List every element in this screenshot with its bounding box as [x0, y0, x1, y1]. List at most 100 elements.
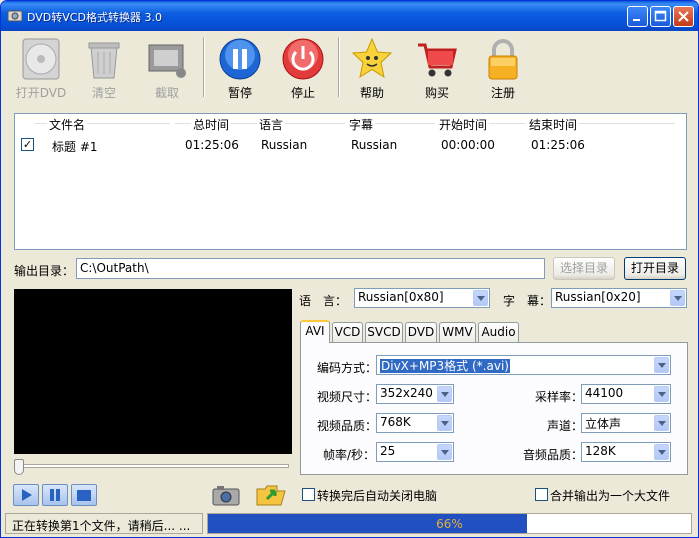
audio-quality-value: 128K	[585, 444, 616, 458]
tab-dvd[interactable]: DVD	[405, 322, 437, 342]
film-icon	[148, 44, 186, 78]
folder-icon	[256, 485, 286, 506]
chevron-down-icon[interactable]	[473, 290, 488, 306]
encoding-select[interactable]: DivX+MP3格式 (*.avi)	[376, 355, 671, 375]
title-list[interactable]: 文件名 总时间 语言 字幕 开始时间 结束时间 ✓ 标题 #1 01:25:06…	[14, 113, 687, 250]
buy-button[interactable]: 购买	[409, 33, 465, 103]
column-header-filename[interactable]: 文件名	[47, 116, 88, 132]
video-preview	[14, 289, 292, 454]
close-button[interactable]	[673, 6, 694, 27]
tab-svcd[interactable]: SVCD	[365, 322, 403, 342]
merge-output-label[interactable]: 合并输出为一个大文件	[550, 487, 670, 504]
subtitle-label: 字 幕：	[503, 294, 552, 308]
pause-playback-button[interactable]	[42, 484, 68, 506]
maximize-icon	[654, 10, 667, 22]
channel-select[interactable]: 立体声	[581, 413, 671, 433]
main-window: DVD转VCD格式转换器 3.0 打开DVD 清空 截取 暂停 停止 帮助 购买…	[0, 0, 699, 538]
tab-wmv[interactable]: WMV	[439, 322, 476, 342]
subtitle-select[interactable]: Russian[0x20]	[551, 288, 687, 308]
cell-start-time: 00:00:00	[441, 138, 495, 152]
column-header-language[interactable]: 语言	[257, 116, 286, 132]
title-bar[interactable]: DVD转VCD格式转换器 3.0	[1, 1, 698, 31]
frame-rate-label: 帧率/秒：	[323, 448, 376, 462]
capture-button[interactable]: 截取	[139, 33, 195, 103]
capture-label: 截取	[154, 86, 179, 100]
clear-label: 清空	[91, 86, 116, 100]
register-button[interactable]: 注册	[475, 33, 531, 103]
chevron-down-icon[interactable]	[437, 386, 452, 402]
toolbar-separator	[338, 37, 340, 97]
stop-button[interactable]: 停止	[275, 33, 331, 103]
cell-subtitle: Russian	[351, 138, 398, 152]
audio-language-value: Russian[0x80]	[358, 290, 444, 304]
subtitle-value: Russian[0x20]	[555, 290, 641, 304]
encoding-label: 编码方式：	[317, 361, 378, 375]
tab-audio[interactable]: Audio	[478, 322, 519, 342]
frame-rate-value: 25	[380, 444, 396, 458]
pause-button[interactable]: 暂停	[212, 33, 268, 103]
chevron-down-icon[interactable]	[654, 357, 669, 373]
maximize-button[interactable]	[650, 6, 671, 27]
chevron-down-icon[interactable]	[654, 415, 669, 431]
stop-playback-button[interactable]	[71, 484, 97, 506]
chevron-down-icon[interactable]	[670, 290, 685, 306]
snapshot-button[interactable]	[211, 483, 241, 507]
shopping-cart-icon	[418, 43, 457, 77]
video-size-label: 视频尺寸：	[317, 390, 378, 404]
star-icon	[351, 37, 393, 79]
open-dir-button[interactable]: 打开目录	[624, 257, 686, 280]
help-button[interactable]: 帮助	[344, 33, 400, 103]
dvd-disc-icon	[22, 38, 60, 80]
open-dvd-button[interactable]: 打开DVD	[13, 33, 69, 103]
close-icon	[678, 11, 689, 22]
cell-end-time: 01:25:06	[531, 138, 585, 152]
frame-rate-select[interactable]: 25	[376, 442, 454, 462]
sample-rate-value: 44100	[585, 386, 624, 400]
seek-slider-thumb[interactable]	[14, 459, 24, 475]
progress-text: 66%	[436, 517, 463, 531]
auto-shutdown-checkbox[interactable]	[302, 488, 315, 501]
audio-quality-label: 音频品质：	[523, 448, 584, 462]
video-size-select[interactable]: 352x240	[376, 384, 454, 404]
tab-vcd[interactable]: VCD	[332, 322, 363, 342]
status-message: 正在转换第1个文件，请稍后... ...	[5, 513, 203, 534]
merge-output-checkbox[interactable]	[535, 488, 548, 501]
chevron-down-icon[interactable]	[654, 444, 669, 460]
encoding-value: DivX+MP3格式 (*.avi)	[380, 359, 510, 373]
clear-button[interactable]: 清空	[76, 33, 132, 103]
column-header-start-time[interactable]: 开始时间	[437, 116, 490, 132]
auto-shutdown-label[interactable]: 转换完后自动关闭电脑	[317, 487, 437, 504]
audio-language-select[interactable]: Russian[0x80]	[354, 288, 490, 308]
minimize-button[interactable]	[627, 6, 648, 27]
tab-avi[interactable]: AVI	[300, 320, 330, 343]
choose-dir-button[interactable]: 选择目录	[553, 257, 615, 280]
help-label: 帮助	[359, 86, 384, 100]
register-label: 注册	[490, 86, 515, 100]
audio-language-label: 语 言：	[299, 294, 348, 308]
toolbar-separator	[203, 37, 205, 97]
play-icon	[22, 489, 32, 501]
seek-track[interactable]	[14, 464, 289, 468]
list-header: 文件名 总时间 语言 字幕 开始时间 结束时间	[15, 114, 686, 132]
video-quality-select[interactable]: 768K	[376, 413, 454, 433]
table-row[interactable]: ✓ 标题 #1 01:25:06 Russian Russian 00:00:0…	[15, 136, 686, 154]
sample-rate-select[interactable]: 44100	[581, 384, 671, 404]
chevron-down-icon[interactable]	[437, 415, 452, 431]
column-header-end-time[interactable]: 结束时间	[527, 116, 580, 132]
chevron-down-icon[interactable]	[437, 444, 452, 460]
conversion-progress-bar: 66%	[207, 513, 692, 534]
column-header-subtitle[interactable]: 字幕	[347, 116, 376, 132]
power-icon	[282, 38, 324, 80]
output-dir-field[interactable]: C:\OutPath\	[76, 258, 545, 279]
open-folder-button[interactable]	[255, 481, 287, 507]
chevron-down-icon[interactable]	[654, 386, 669, 402]
cell-filename: 标题 #1	[52, 140, 98, 154]
row-checkbox[interactable]: ✓	[21, 138, 34, 151]
audio-quality-select[interactable]: 128K	[581, 442, 671, 462]
stop-label: 停止	[290, 86, 315, 100]
cell-language: Russian	[261, 138, 308, 152]
video-quality-label: 视频品质：	[317, 419, 378, 433]
buy-label: 购买	[424, 86, 449, 100]
play-button[interactable]	[13, 484, 39, 506]
column-header-total-time[interactable]: 总时间	[191, 116, 232, 132]
